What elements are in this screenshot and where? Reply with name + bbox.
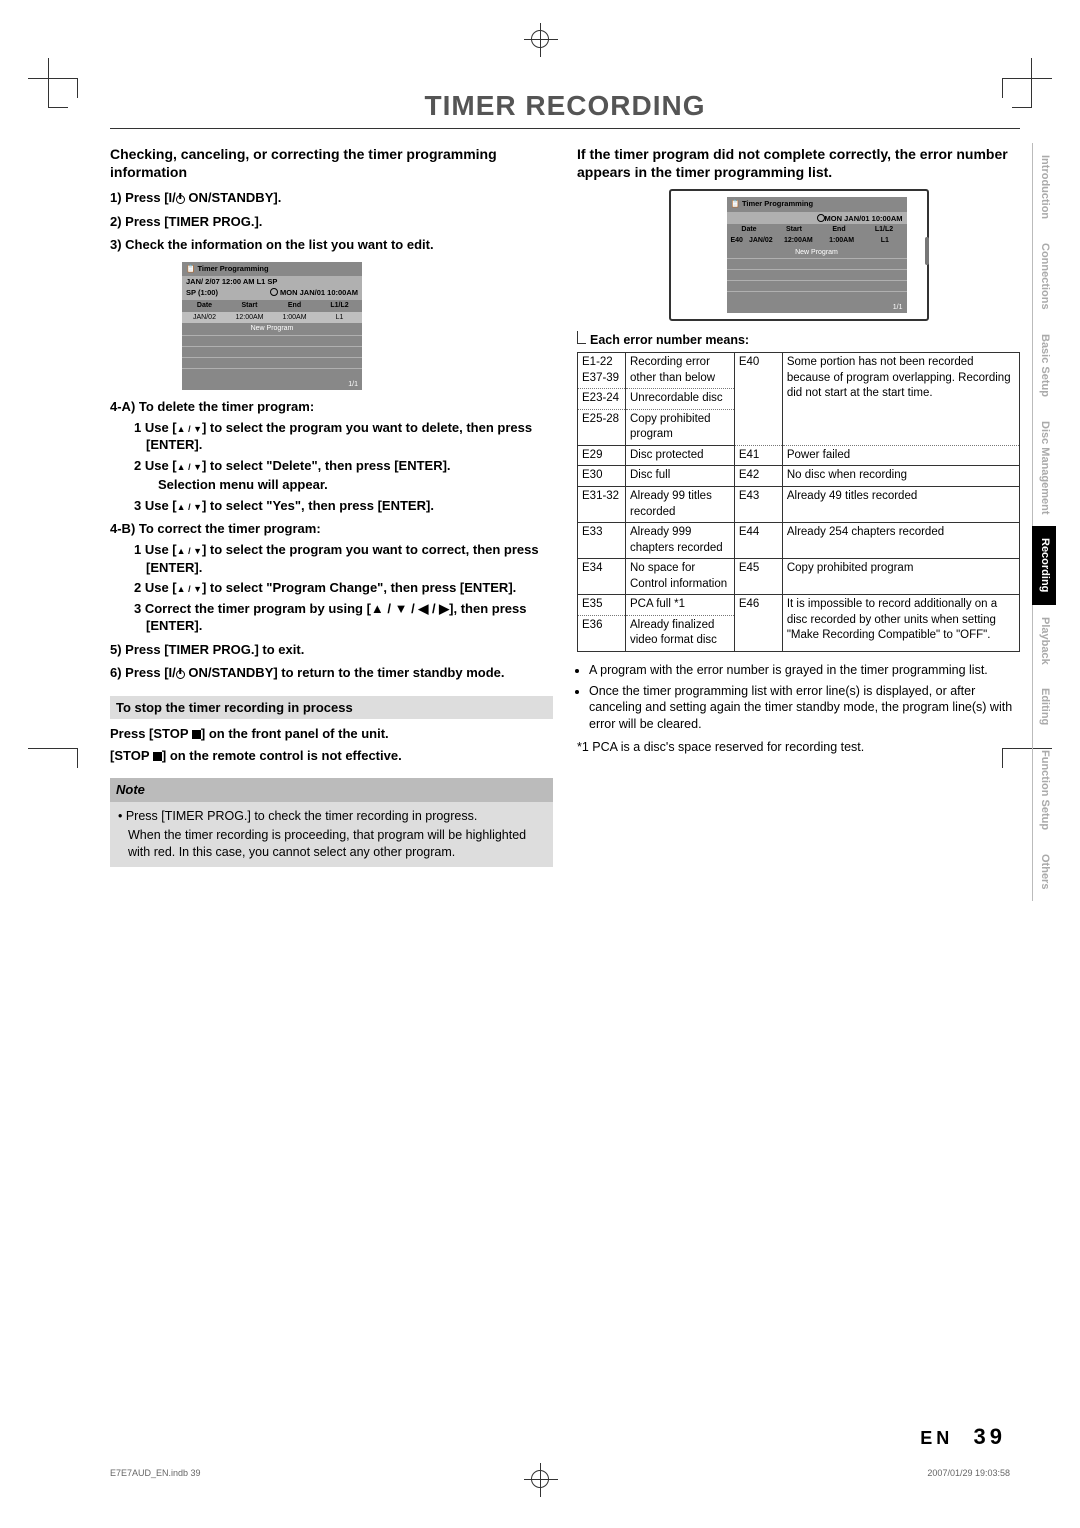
stop-line-1: Press [STOP ] on the front panel of the … <box>110 725 553 743</box>
right-bullets: A program with the error number is graye… <box>577 662 1020 734</box>
osd-timer-list-2: 📋 Timer Programming MON JAN/01 10:00AM D… <box>727 197 907 313</box>
note-heading: Note <box>110 778 553 802</box>
side-tab-editing[interactable]: Editing <box>1032 676 1056 737</box>
footer-file: E7E7AUD_EN.indb 39 <box>110 1468 201 1478</box>
step-4a: 4-A) To delete the timer program: 1 Use … <box>110 398 553 514</box>
osd-timer-list-1: 📋 Timer Programming JAN/ 2/07 12:00 AM L… <box>182 262 362 390</box>
footer-date: 2007/01/29 19:03:58 <box>927 1468 1010 1478</box>
side-tab-recording[interactable]: Recording <box>1032 526 1056 604</box>
step-1: 1) Press [I/ ON/STANDBY]. <box>110 189 553 207</box>
note-body: • Press [TIMER PROG.] to check the timer… <box>110 802 553 867</box>
side-tab-introduction[interactable]: Introduction <box>1032 143 1056 231</box>
side-tab-playback[interactable]: Playback <box>1032 605 1056 677</box>
side-tab-basic-setup[interactable]: Basic Setup <box>1032 322 1056 409</box>
step-5: 5) Press [TIMER PROG.] to exit. <box>110 641 553 659</box>
tv-frame: 📋 Timer Programming MON JAN/01 10:00AM D… <box>669 189 929 321</box>
side-tabs: IntroductionConnectionsBasic SetupDisc M… <box>1032 143 1068 901</box>
page-title: TIMER RECORDING <box>110 90 1020 122</box>
step-6: 6) Press [I/ ON/STANDBY] to return to th… <box>110 664 553 682</box>
stop-line-2: [STOP ] on the remote control is not eff… <box>110 747 553 765</box>
step-2: 2) Press [TIMER PROG.]. <box>110 213 553 231</box>
right-heading: If the timer program did not complete co… <box>577 145 1020 181</box>
pca-footnote: *1 PCA is a disc's space reserved for re… <box>577 739 1020 756</box>
side-tab-function-setup[interactable]: Function Setup <box>1032 738 1056 842</box>
step-4b: 4-B) To correct the timer program: 1 Use… <box>110 520 553 634</box>
error-table: E1-22 E37-39Recording error other than b… <box>577 352 1020 651</box>
side-tab-others[interactable]: Others <box>1032 842 1056 901</box>
error-caption: Each error number means: <box>577 331 1020 348</box>
side-tab-disc-management[interactable]: Disc Management <box>1032 409 1056 527</box>
left-heading: Checking, canceling, or correcting the t… <box>110 145 553 181</box>
stop-heading: To stop the timer recording in process <box>110 696 553 720</box>
page-number: EN 39 <box>920 1424 1006 1450</box>
step-3: 3) Check the information on the list you… <box>110 236 553 254</box>
side-tab-connections[interactable]: Connections <box>1032 231 1056 322</box>
